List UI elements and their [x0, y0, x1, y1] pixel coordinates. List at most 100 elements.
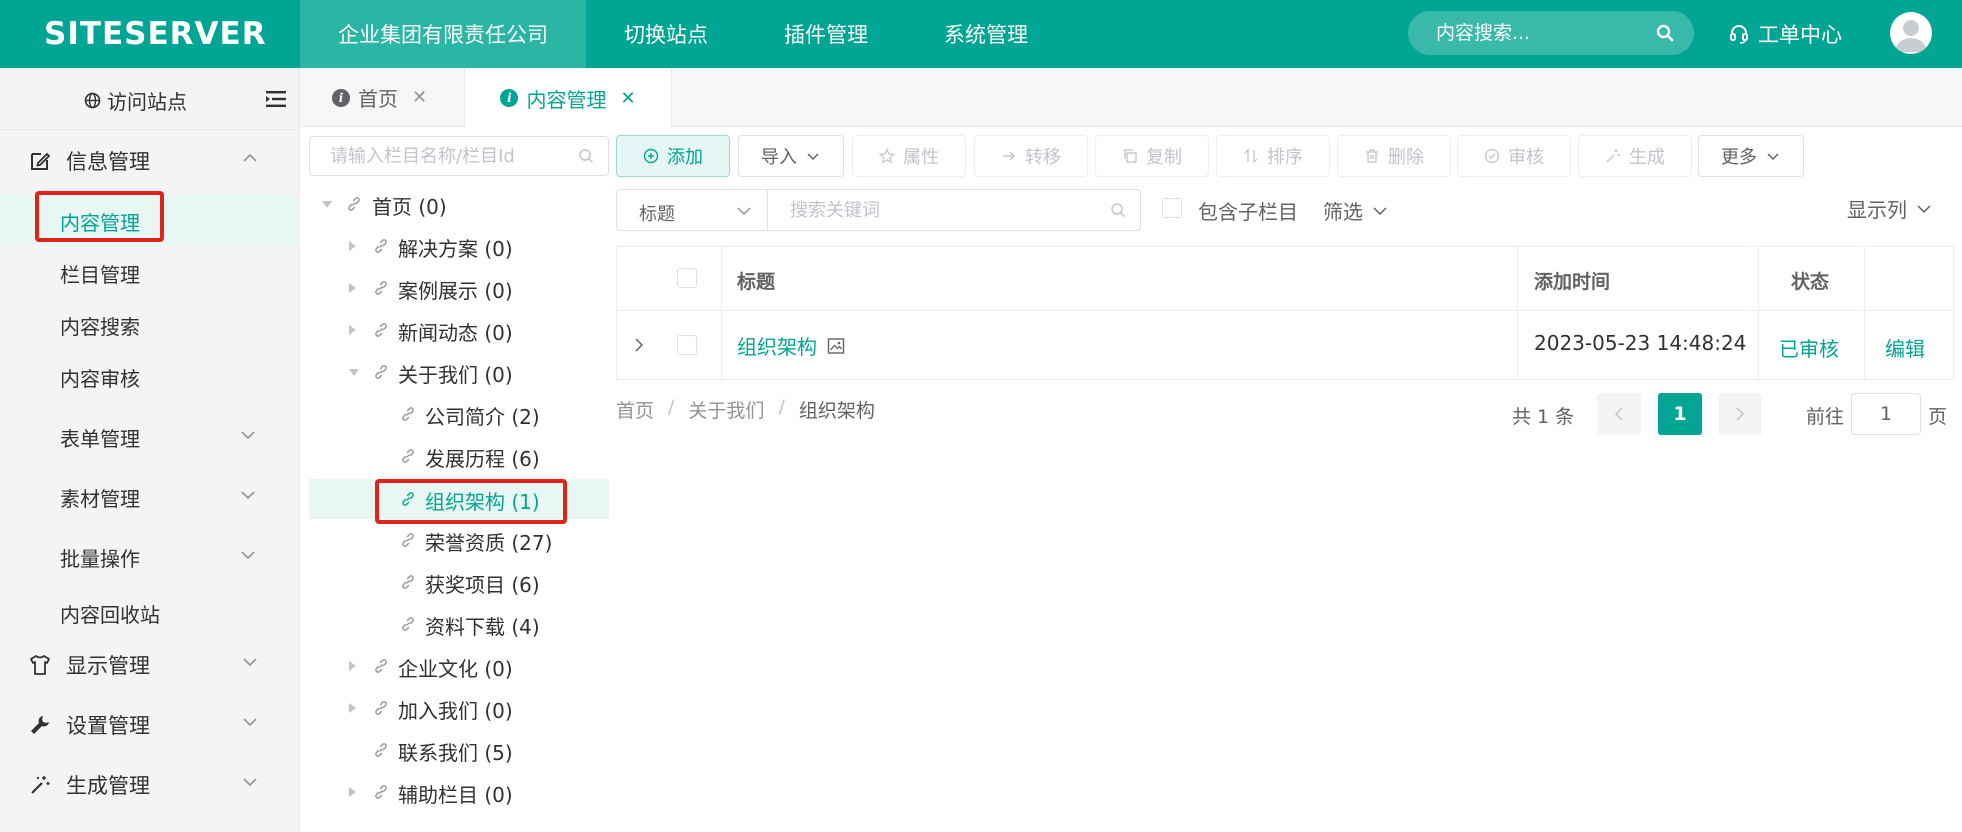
link-icon [402, 533, 414, 547]
import-button[interactable]: 导入 [738, 135, 844, 177]
caret-right-icon[interactable] [349, 787, 356, 797]
include-children-label[interactable]: 包含子栏目 [1198, 196, 1298, 225]
select-all-checkbox[interactable] [677, 268, 697, 288]
table-header-row: 标题 添加时间 状态 [617, 247, 1953, 311]
caret-down-icon[interactable] [349, 369, 359, 376]
column-header-status[interactable]: 状态 [1791, 267, 1829, 294]
sidebar-item-batch[interactable]: 批量操作 [0, 526, 300, 586]
sidebar-item-content[interactable]: 内容管理 [0, 194, 300, 246]
caret-right-icon[interactable] [349, 241, 356, 251]
caret-right-icon[interactable] [349, 661, 356, 671]
tree-node-label: 关于我们 (0) [398, 363, 513, 387]
nav-item-switch-site[interactable]: 切换站点 [586, 0, 746, 68]
row-title-link[interactable]: 组织架构 [737, 331, 845, 360]
tree-node-label: 企业文化 (0) [398, 657, 513, 681]
more-button[interactable]: 更多 [1698, 135, 1804, 177]
caret-right-icon[interactable] [349, 703, 356, 713]
sidebar-item-label: 内容搜索 [60, 315, 140, 339]
caret-right-icon[interactable] [349, 283, 356, 293]
nav-item-system[interactable]: 系统管理 [906, 0, 1066, 68]
caret-right-icon[interactable] [349, 325, 356, 335]
sort-button[interactable]: 排序 [1216, 135, 1330, 177]
copy-button-label: 复制 [1146, 147, 1182, 168]
breadcrumb-item[interactable]: 关于我们 [688, 396, 764, 423]
keyword-search-input[interactable] [790, 190, 1090, 230]
attribute-button-label: 属性 [903, 147, 939, 168]
top-header: SITESERVER 企业集团有限责任公司 切换站点 插件管理 系统管理 工单中… [0, 0, 1962, 68]
filter-dropdown-label: 筛选 [1323, 200, 1363, 224]
header-search-input[interactable] [1436, 11, 1656, 55]
link-icon [375, 281, 387, 295]
goto-page-input[interactable] [1851, 393, 1921, 435]
tree-node-label: 首页 (0) [372, 195, 447, 219]
tree-node-label: 联系我们 (5) [398, 741, 513, 765]
left-sidebar: 访问站点 信息管理 内容管理 栏目管理 内容搜索 内容审核 表单管理 素材管理 … [0, 68, 300, 832]
tree-node-label: 解决方案 (0) [398, 237, 513, 261]
column-divider [1517, 247, 1518, 379]
menu-group-info[interactable]: 信息管理 [0, 130, 300, 190]
sidebar-item-recycle-bin[interactable]: 内容回收站 [0, 586, 300, 638]
add-button[interactable]: 添加 [616, 135, 730, 177]
column-header-title[interactable]: 标题 [737, 267, 775, 294]
search-icon[interactable] [1656, 24, 1674, 42]
nav-item-site[interactable]: 企业集团有限责任公司 [300, 0, 586, 68]
close-icon[interactable]: ✕ [620, 88, 635, 109]
audit-button[interactable]: 审核 [1457, 135, 1571, 177]
nav-item-plugins[interactable]: 插件管理 [746, 0, 906, 68]
user-avatar[interactable] [1890, 12, 1932, 54]
generate-button[interactable]: 生成 [1578, 135, 1692, 177]
visit-site-link[interactable]: 访问站点 [84, 86, 187, 115]
breadcrumb: 首页 / 关于我们 / 组织架构 [616, 396, 875, 423]
sidebar-item-label: 内容审核 [60, 367, 140, 391]
row-edit-link[interactable]: 编辑 [1885, 333, 1925, 362]
expand-row-icon[interactable] [634, 338, 644, 352]
prev-page-button[interactable] [1597, 393, 1641, 435]
link-icon [402, 492, 414, 506]
menu-toggle-icon[interactable] [266, 91, 286, 107]
copy-button[interactable]: 复制 [1095, 135, 1209, 177]
chevron-left-icon [1614, 407, 1623, 421]
breadcrumb-item[interactable]: 首页 [616, 396, 654, 423]
display-columns-dropdown[interactable]: 显示列 [1847, 194, 1931, 223]
search-icon[interactable] [1110, 202, 1126, 218]
column-header-added[interactable]: 添加时间 [1534, 267, 1610, 294]
tab-home[interactable]: i 首页 ✕ [332, 68, 427, 127]
globe-icon [84, 92, 101, 109]
sidebar-item-content-search[interactable]: 内容搜索 [0, 298, 300, 350]
include-children-checkbox[interactable] [1162, 198, 1182, 218]
caret-down-icon[interactable] [322, 201, 332, 208]
page-number-button[interactable]: 1 [1658, 393, 1702, 435]
tree-search [309, 136, 609, 176]
next-page-button[interactable] [1718, 393, 1762, 435]
chevron-down-icon [807, 153, 819, 161]
attribute-button[interactable]: 属性 [852, 135, 966, 177]
transfer-button[interactable]: 转移 [974, 135, 1088, 177]
row-checkbox[interactable] [677, 335, 697, 355]
search-field-select[interactable]: 标题 [616, 189, 768, 231]
link-icon [375, 239, 387, 253]
headset-icon [1730, 25, 1748, 44]
sidebar-item-forms[interactable]: 表单管理 [0, 406, 300, 466]
delete-button[interactable]: 删除 [1337, 135, 1451, 177]
ticket-center-link[interactable]: 工单中心 [1728, 0, 1842, 68]
tree-search-input[interactable] [330, 137, 570, 175]
close-icon[interactable]: ✕ [412, 87, 427, 108]
arrow-right-icon [1003, 151, 1015, 161]
top-nav: 企业集团有限责任公司 切换站点 插件管理 系统管理 [300, 0, 1066, 68]
sidebar-item-materials[interactable]: 素材管理 [0, 466, 300, 526]
link-icon [375, 743, 387, 757]
tshirt-icon [30, 655, 50, 675]
siteserver-logo[interactable]: SITESERVER [44, 12, 266, 56]
page-tabs: i 首页 ✕ i 内容管理 ✕ [300, 68, 1962, 128]
menu-group-settings[interactable]: 设置管理 [0, 694, 300, 754]
filter-dropdown[interactable]: 筛选 [1323, 196, 1387, 225]
sidebar-item-content-audit[interactable]: 内容审核 [0, 350, 300, 402]
sidebar-item-channels[interactable]: 栏目管理 [0, 246, 300, 298]
image-icon [827, 337, 845, 354]
sort-icon [1244, 148, 1258, 164]
tab-content-management[interactable]: i 内容管理 ✕ [464, 68, 672, 128]
magic-wand-icon [31, 776, 50, 794]
menu-group-generate[interactable]: 生成管理 [0, 754, 300, 814]
chevron-up-icon [243, 153, 257, 162]
menu-group-display[interactable]: 显示管理 [0, 634, 300, 694]
